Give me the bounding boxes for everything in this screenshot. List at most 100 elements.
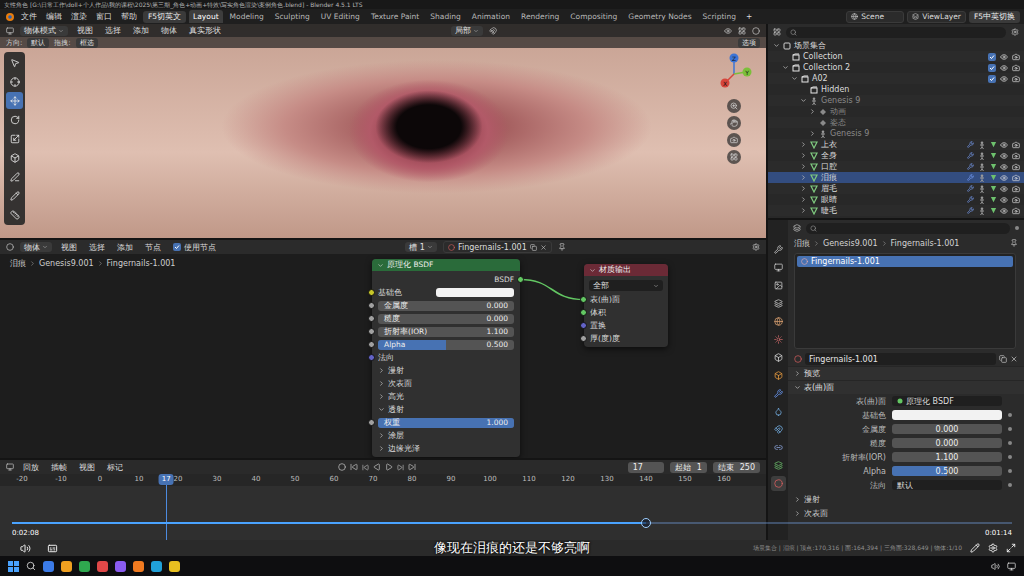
render-camera-icon[interactable] (1012, 207, 1020, 215)
mesh-data-icon[interactable] (990, 196, 997, 203)
timeline-menu-item[interactable]: 视图 (76, 462, 98, 473)
properties-tab[interactable] (771, 332, 786, 347)
tool-button[interactable] (6, 168, 23, 185)
mesh-data-icon[interactable] (990, 174, 997, 181)
modifier-icon[interactable] (967, 141, 974, 148)
collapse-arrow-icon[interactable] (800, 141, 807, 148)
modifier-icon[interactable] (967, 185, 974, 192)
editor-type-icon[interactable] (6, 463, 14, 471)
keyframe-dot[interactable] (1008, 413, 1012, 417)
viewport-menu-item[interactable]: 选择 (102, 25, 124, 36)
language-toggle-button[interactable]: F5中英切换 (969, 11, 1020, 23)
node-canvas[interactable]: 泪痕Genesis9.001Fingernails-1.001原理化 BSDFB… (0, 254, 766, 458)
expand-arrow-icon[interactable] (378, 406, 385, 413)
render-camera-icon[interactable] (1012, 152, 1020, 160)
workspace-tab[interactable]: Shading (426, 10, 464, 23)
outliner-row[interactable]: Collection 2 (768, 62, 1024, 73)
collapse-arrow-icon[interactable] (378, 367, 385, 374)
end-frame-field[interactable]: 结束250 (713, 462, 760, 473)
expand-arrow-icon[interactable] (791, 75, 798, 82)
properties-section[interactable]: 表(曲)面 (788, 380, 1024, 394)
collapse-arrow-icon[interactable] (378, 393, 385, 400)
editor-type-icon[interactable] (773, 28, 781, 36)
exclude-checkbox[interactable] (988, 64, 996, 72)
menu-item[interactable]: 编辑 (43, 12, 65, 22)
editor-type-icon[interactable] (6, 243, 14, 251)
expand-arrow-icon[interactable] (773, 42, 780, 49)
material-browse-icon[interactable] (794, 355, 802, 363)
menu-item[interactable]: 渲染 (68, 12, 90, 22)
unlink-icon[interactable] (540, 244, 547, 251)
play-reverse-icon[interactable] (373, 463, 381, 471)
zoom-button[interactable] (727, 99, 741, 113)
modifier-icon[interactable] (967, 207, 974, 214)
taskbar-app-icon[interactable] (43, 561, 54, 572)
visibility-eye-icon[interactable] (1000, 152, 1008, 160)
properties-tab[interactable] (771, 314, 786, 329)
mesh-data-icon[interactable] (990, 185, 997, 192)
collapse-node-icon[interactable] (589, 267, 596, 274)
render-camera-icon[interactable] (1012, 53, 1020, 61)
outliner-row[interactable]: Genesis 9 (768, 128, 1024, 139)
modifier-icon[interactable] (967, 174, 974, 181)
collapse-arrow-icon[interactable] (794, 510, 801, 517)
input-socket[interactable] (368, 354, 375, 361)
properties-section[interactable]: 预览 (788, 366, 1024, 380)
properties-search[interactable] (806, 223, 1010, 234)
collapse-arrow-icon[interactable] (800, 163, 807, 170)
properties-tab[interactable] (771, 278, 786, 293)
settings-icon[interactable] (752, 243, 760, 251)
transform-dropdown[interactable]: 局部 (451, 26, 483, 36)
collapse-arrow-icon[interactable] (800, 174, 807, 181)
render-camera-icon[interactable] (1012, 141, 1020, 149)
volume-icon[interactable] (20, 543, 31, 554)
shader-type-dropdown[interactable]: 物体 (20, 242, 52, 252)
orientation-dropdown[interactable]: 默认 (27, 38, 49, 48)
workspace-tab[interactable]: Geometry Nodes (624, 10, 695, 23)
outliner-row[interactable]: 上衣 (768, 139, 1024, 150)
collapse-node-icon[interactable] (377, 262, 384, 269)
input-socket[interactable] (368, 289, 375, 296)
drag-dropdown[interactable]: 框选 (76, 38, 98, 48)
collapse-arrow-icon[interactable] (378, 432, 385, 439)
taskbar-app-icon[interactable] (115, 561, 126, 572)
node-header[interactable]: 原理化 BSDF (372, 259, 520, 271)
outliner-row[interactable]: 全身 (768, 150, 1024, 161)
expand-arrow-icon[interactable] (782, 64, 789, 71)
property-slider[interactable]: 0.500 (892, 466, 1002, 476)
mesh-data-icon[interactable] (990, 152, 997, 159)
properties-tab[interactable] (771, 242, 786, 257)
material-name-field[interactable]: Fingernails-1.001 (805, 353, 996, 365)
expand-arrow-icon[interactable] (800, 97, 807, 104)
editor-type-icon[interactable] (793, 224, 801, 232)
visibility-eye-icon[interactable] (1000, 174, 1008, 182)
keyframe-dot[interactable] (1008, 427, 1012, 431)
playhead-label[interactable]: 17 (159, 474, 174, 485)
outliner-search[interactable] (786, 27, 1006, 38)
axis-gizmo-icon[interactable]: ZYX (712, 52, 756, 96)
menu-item[interactable]: 窗口 (93, 12, 115, 22)
modifier-icon[interactable] (967, 163, 974, 170)
collapse-arrow-icon[interactable] (809, 130, 816, 137)
property-slider[interactable]: 0.000 (892, 438, 1002, 448)
outliner-row[interactable]: Hidden (768, 84, 1024, 95)
render-camera-icon[interactable] (1012, 174, 1020, 182)
properties-tab[interactable] (771, 350, 786, 365)
node-panel-row[interactable]: 次表面 (372, 377, 520, 390)
viewport-menu-item[interactable]: 添加 (130, 25, 152, 36)
expand-arrow-icon[interactable] (794, 384, 801, 391)
outliner-row[interactable]: 姿态 (768, 117, 1024, 128)
pan-button[interactable] (727, 116, 741, 130)
property-slider[interactable]: 0.000 (892, 424, 1002, 434)
render-camera-icon[interactable] (1012, 64, 1020, 72)
blender-logo-icon[interactable] (4, 11, 15, 22)
timeline-menu-item[interactable]: 标记 (104, 462, 126, 473)
view-layer-field[interactable]: ViewLayer (907, 11, 966, 23)
workspace-tab[interactable]: Texture Paint (367, 10, 423, 23)
surface-shader-field[interactable]: 原理化 BSDF (892, 396, 1002, 406)
input-socket[interactable] (580, 335, 587, 342)
keyframe-dot[interactable] (1008, 483, 1012, 487)
properties-tab[interactable] (771, 458, 786, 473)
taskbar-search-icon[interactable] (26, 561, 36, 571)
tool-button[interactable] (6, 54, 23, 71)
